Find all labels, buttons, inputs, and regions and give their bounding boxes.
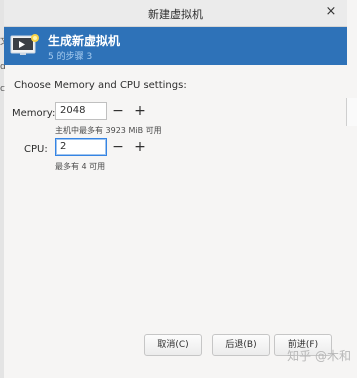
- memory-input[interactable]: 2048: [55, 102, 107, 120]
- cpu-increment-button[interactable]: +: [129, 138, 151, 156]
- section-title: Choose Memory and CPU settings:: [14, 80, 187, 91]
- memory-decrement-button[interactable]: −: [107, 102, 129, 120]
- cpu-label: CPU:: [24, 144, 48, 155]
- memory-label: Memory:: [12, 108, 56, 119]
- close-icon[interactable]: ×: [323, 4, 339, 20]
- monitor-icon: [10, 34, 39, 55]
- dialog-window: 文 d c 新建虚拟机 × 生成新虚拟机 5 的步骤 3 Choose Memo…: [0, 0, 357, 378]
- cancel-button[interactable]: 取消(C): [144, 334, 202, 356]
- cpu-spinbox: 2 − +: [55, 138, 151, 156]
- wizard-step: 5 的步骤 3: [48, 52, 93, 62]
- memory-spinbox: 2048 − +: [55, 102, 151, 120]
- title-bar: 新建虚拟机 ×: [4, 0, 347, 27]
- cpu-decrement-button[interactable]: −: [107, 138, 129, 156]
- window-title: 新建虚拟机: [148, 8, 203, 21]
- memory-increment-button[interactable]: +: [129, 102, 151, 120]
- memory-hint: 主机中最多有 3923 MiB 可用: [55, 126, 162, 135]
- wizard-content: Choose Memory and CPU settings: Memory: …: [4, 66, 347, 378]
- cpu-input[interactable]: 2: [55, 138, 107, 156]
- background-window-edge-right: [346, 98, 357, 126]
- back-button[interactable]: 后退(B): [212, 334, 270, 356]
- wizard-header: 生成新虚拟机 5 的步骤 3: [4, 27, 347, 65]
- cpu-hint: 最多有 4 可用: [55, 162, 106, 171]
- watermark: 知乎 @木和: [287, 349, 351, 363]
- wizard-title: 生成新虚拟机: [48, 34, 121, 48]
